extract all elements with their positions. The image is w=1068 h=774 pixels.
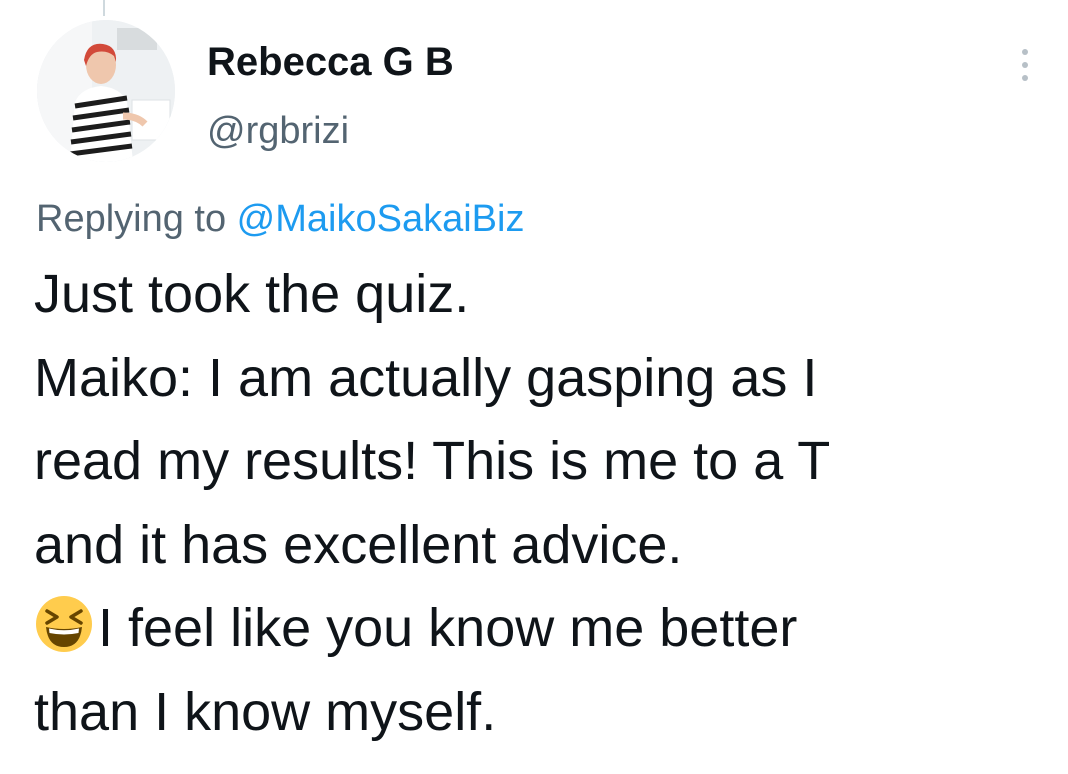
more-vertical-icon-dot bbox=[1022, 75, 1028, 81]
more-vertical-icon-dot bbox=[1022, 62, 1028, 68]
tweet-text-line: than I know myself. bbox=[34, 681, 497, 742]
author-display-name[interactable]: Rebecca G B bbox=[207, 38, 454, 86]
author-avatar[interactable] bbox=[37, 20, 175, 162]
tweet-text-line: Maiko: I am actually gasping as I bbox=[34, 347, 818, 408]
tweet-text-line-with-emoji: I feel like you know me better bbox=[34, 587, 1044, 671]
tweet-text-line: read my results! This is me to a T bbox=[34, 431, 831, 491]
author-handle[interactable]: @rgbrizi bbox=[207, 108, 349, 154]
grinning-squinting-face-icon bbox=[34, 594, 94, 654]
replying-to: Replying to @MaikoSakaiBiz bbox=[36, 196, 524, 242]
tweet-text-line: I feel like you know me better bbox=[98, 598, 798, 658]
reply-mention-link[interactable]: @MaikoSakaiBiz bbox=[237, 198, 525, 240]
more-options-button[interactable] bbox=[1010, 40, 1040, 90]
replying-to-label: Replying to bbox=[36, 198, 237, 240]
more-vertical-icon bbox=[1022, 49, 1028, 55]
thread-connector-line bbox=[103, 0, 105, 16]
profile-photo-icon bbox=[37, 20, 175, 162]
tweet-text: Just took the quiz. Maiko: I am actually… bbox=[34, 253, 1044, 754]
tweet-text-line: Just took the quiz. bbox=[34, 264, 470, 324]
tweet-text-line: and it has excellent advice. bbox=[34, 514, 683, 575]
